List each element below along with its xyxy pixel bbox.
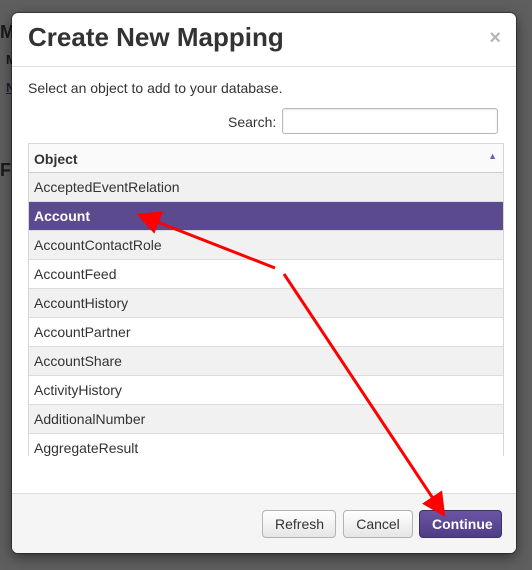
table-row[interactable]: AcceptedEventRelation: [29, 173, 503, 202]
column-header-object[interactable]: Object ▲: [29, 144, 503, 173]
dialog-footer: Refresh Cancel Continue: [12, 493, 516, 553]
table-row[interactable]: AccountHistory: [29, 289, 503, 318]
table-row-selected[interactable]: Account: [29, 202, 503, 231]
continue-button[interactable]: Continue: [419, 510, 502, 538]
table-row[interactable]: AdditionalNumber: [29, 405, 503, 434]
table-row[interactable]: AccountPartner: [29, 318, 503, 347]
dialog-header: Create New Mapping ×: [12, 13, 516, 67]
dialog-title: Create New Mapping: [28, 22, 284, 52]
table-row[interactable]: AccountShare: [29, 347, 503, 376]
refresh-button[interactable]: Refresh: [262, 510, 336, 538]
search-input[interactable]: [282, 108, 498, 134]
instruction-text: Select an object to add to your database…: [28, 80, 283, 96]
create-mapping-dialog: Create New Mapping × Select an object to…: [12, 13, 516, 553]
object-table: Object ▲ AcceptedEventRelation Account A…: [28, 143, 504, 456]
sort-ascending-icon: ▲: [488, 151, 497, 161]
search-label: Search:: [228, 114, 277, 130]
table-row[interactable]: ActivityHistory: [29, 376, 503, 405]
close-icon[interactable]: ×: [489, 27, 501, 50]
column-header-label: Object: [34, 151, 78, 167]
table-row[interactable]: AccountFeed: [29, 260, 503, 289]
table-row[interactable]: AggregateResult: [29, 434, 503, 456]
cancel-button[interactable]: Cancel: [343, 510, 413, 538]
table-row[interactable]: AccountContactRole: [29, 231, 503, 260]
